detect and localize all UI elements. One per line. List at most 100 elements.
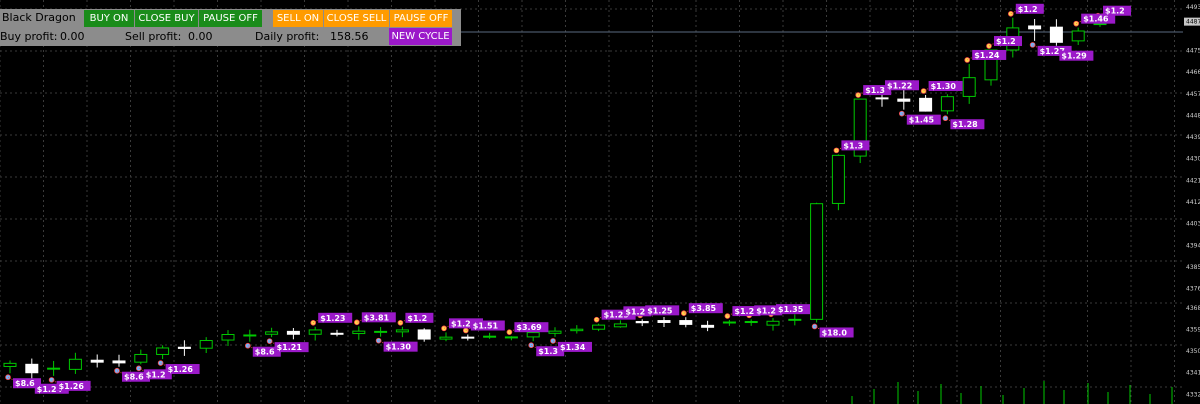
profit-label-text: $1.35 [778, 305, 804, 314]
trade-entry-marker [528, 342, 534, 349]
candle-bullish [613, 323, 627, 328]
candle-bearish [286, 330, 300, 335]
profit-label-text: $8.6 [124, 373, 144, 382]
price-tick-label: 4403 [1186, 221, 1200, 228]
profit-label-text: $18.0 [822, 328, 848, 337]
profit-label-text: $8.6 [255, 348, 275, 357]
profit-label-text: $1.3 [843, 141, 863, 150]
candle-bullish [243, 334, 257, 337]
buy-on-button[interactable]: BUY ON [84, 10, 134, 27]
candle-bullish [352, 330, 366, 335]
new-cycle-button[interactable]: NEW CYCLE [389, 28, 452, 45]
current-price-label: 4487 [1186, 19, 1200, 26]
trade-entry-marker [855, 92, 861, 98]
price-tick-label: 4430 [1186, 156, 1200, 163]
candle-bearish [657, 320, 671, 323]
profit-label-text: $3.69 [516, 323, 542, 332]
buy-profit-label: Buy profit: [0, 30, 58, 43]
candle-bearish [417, 329, 431, 340]
candle-bearish [875, 97, 889, 100]
price-chart[interactable]: $8.6$1.24$1.26$8.6 $1.2$1.26$8.6$1.21$1.2… [0, 0, 1200, 404]
pause-off-buy-button[interactable]: PAUSE OFF [199, 10, 262, 27]
price-tick-label: 4341 [1186, 370, 1200, 377]
trade-entry-marker [898, 110, 905, 117]
candle-bullish [374, 330, 388, 333]
candle-bullish [788, 318, 802, 321]
price-tick-label: 4457 [1186, 91, 1200, 98]
price-tick-label: 4368 [1186, 305, 1200, 312]
control-panel: Black Dragon BUY ON CLOSE BUY PAUSE OFF … [0, 9, 461, 46]
candle-bullish [504, 336, 518, 339]
candle-bullish [395, 329, 409, 333]
pause-off-sell-button[interactable]: PAUSE OFF [390, 10, 452, 27]
price-tick-label: 4385 [1186, 264, 1200, 271]
candle-bullish [592, 324, 606, 330]
candle-bullish [548, 330, 562, 334]
candle-bearish [635, 321, 649, 324]
price-tick-label: 4376 [1186, 286, 1200, 293]
candle-bullish [810, 203, 824, 320]
panel-row-stats: Buy profit: 0.00 Sell profit: 0.00 Daily… [0, 28, 461, 46]
candle-bearish [1049, 26, 1063, 43]
profit-label-text: $1.2 [625, 307, 645, 316]
candle-bullish [962, 77, 976, 97]
profit-label-text: $1.25 [647, 306, 673, 315]
profit-label-text: $1.2 [734, 307, 754, 316]
price-tick-label: 4332 [1186, 391, 1200, 398]
price-tick-label: 4493 [1186, 4, 1200, 11]
profit-label-text: $1.51 [473, 322, 499, 331]
profit-label-text: $1.3 [538, 347, 558, 356]
close-buy-button[interactable]: CLOSE BUY [135, 10, 198, 27]
price-tick-label: 4394 [1186, 242, 1200, 249]
candle-bearish [701, 324, 715, 328]
candle-bearish [897, 98, 911, 102]
candle-bullish [940, 96, 954, 112]
candle-bullish [766, 320, 780, 326]
candle-bullish [831, 154, 845, 204]
sell-on-button[interactable]: SELL ON [273, 10, 323, 27]
profit-label-text: $1.23 [320, 314, 345, 323]
profit-label-text: $1.45 [909, 116, 935, 125]
candle-bullish [1071, 30, 1085, 42]
candle-bullish [68, 358, 82, 370]
price-tick-label: 4439 [1186, 134, 1200, 141]
candle-bearish [90, 359, 104, 363]
price-tick-label: 4448 [1186, 112, 1200, 119]
candle-bullish [221, 334, 235, 341]
candle-bearish [461, 336, 475, 339]
profit-label-text: $1.2 [996, 37, 1016, 46]
candle-bullish [156, 347, 170, 355]
daily-profit-value: 158.56 [330, 30, 369, 43]
close-sell-button[interactable]: CLOSE SELL [324, 10, 389, 27]
candle-bullish [439, 336, 453, 340]
price-tick-label: 4421 [1186, 177, 1200, 184]
profit-label-text: $1.2 [1105, 7, 1125, 16]
buy-profit-value: 0.00 [60, 30, 85, 43]
candle-bullish [722, 321, 736, 324]
candle-bullish [265, 331, 279, 335]
candle-bullish [3, 362, 17, 367]
profit-label-text: $1.26 [59, 382, 85, 391]
candle-bullish [526, 332, 540, 338]
profit-label-text: $1.30 [386, 343, 412, 352]
profit-label-text: $1.22 [887, 81, 912, 90]
profit-label-text: $1.2 [1018, 5, 1038, 14]
price-tick-label: 4466 [1186, 69, 1200, 76]
candle-bullish [744, 321, 758, 324]
profit-label-text: $1.28 [952, 120, 978, 129]
profit-label-text: $3.85 [691, 304, 717, 313]
sell-profit-label: Sell profit: [125, 30, 182, 43]
candle-bearish [330, 332, 344, 335]
candle-bearish [112, 360, 126, 364]
profit-label-text: $1.46 [1083, 15, 1109, 24]
candle-bearish [679, 320, 693, 325]
profit-label-text: $1.2 [407, 314, 427, 323]
profit-label-text: $1.24 [974, 51, 1000, 60]
price-tick-label: 4350 [1186, 348, 1200, 355]
candle-bullish [199, 340, 213, 349]
sell-profit-value: 0.00 [188, 30, 213, 43]
profit-label-text: $3.81 [364, 313, 390, 322]
profit-label-text: $1.29 [1061, 52, 1087, 61]
price-tick-label: 4475 [1186, 48, 1200, 55]
candle-bullish [308, 329, 322, 335]
